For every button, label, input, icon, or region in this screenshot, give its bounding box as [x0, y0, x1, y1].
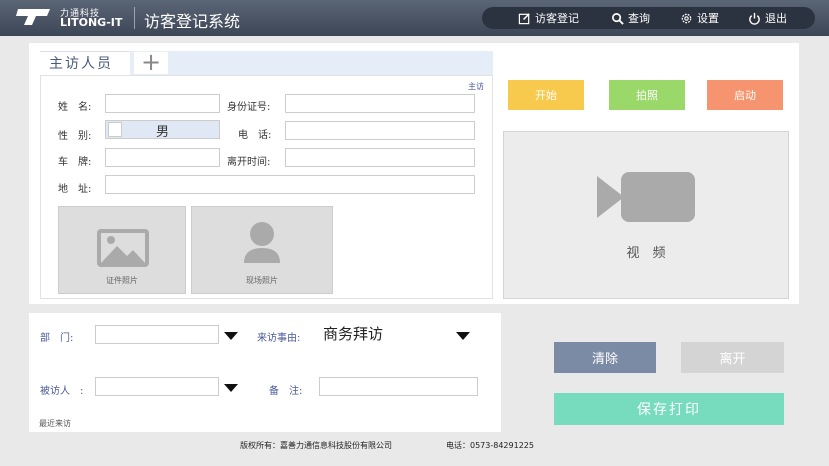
gender-value: 男 — [155, 125, 169, 140]
gender-label: 性 别: — [58, 131, 92, 142]
nav-label: 查询 — [628, 12, 650, 25]
tab-host-label: 主访人员 — [49, 56, 113, 72]
scene-photo-box[interactable]: 现场照片 — [191, 206, 333, 294]
video-area[interactable]: 视 频 — [503, 131, 789, 299]
note-label: 备 注: — [269, 386, 303, 397]
phone-field[interactable] — [285, 121, 475, 140]
video-camera-icon — [597, 172, 695, 222]
id-photo-box[interactable]: 证件照片 — [58, 206, 186, 294]
start-button[interactable]: 开始 — [508, 80, 584, 110]
id-photo-caption: 证件照片 — [106, 276, 138, 285]
nav-settings[interactable]: 设置 — [680, 10, 719, 26]
logo-icon — [16, 9, 50, 25]
id-label: 身份证号: — [227, 102, 271, 113]
dept-dropdown-arrow-icon[interactable] — [224, 332, 238, 340]
name-field[interactable] — [105, 94, 220, 113]
note-field[interactable] — [319, 377, 478, 396]
dept-select[interactable] — [95, 325, 219, 344]
clear-button[interactable]: 清除 — [554, 342, 656, 373]
leave-button[interactable]: 离开 — [681, 342, 784, 373]
host-tag: 主访 — [468, 82, 484, 91]
scene-photo-caption: 现场照片 — [246, 276, 278, 285]
visitee-dropdown-arrow-icon[interactable] — [224, 384, 238, 392]
name-label: 姓 名: — [58, 102, 92, 113]
copyright-text: 版权所有：嘉善力通信息科技股份有限公司 — [240, 441, 392, 450]
gender-toggle[interactable]: 男 — [105, 120, 220, 140]
dept-label: 部 门: — [40, 333, 74, 344]
visitee-select[interactable] — [95, 377, 219, 396]
app-title: 访客登记系统 — [144, 12, 241, 31]
reason-dropdown-arrow-icon[interactable] — [456, 332, 470, 340]
image-icon — [97, 229, 149, 267]
nav-label: 退出 — [765, 12, 787, 25]
nav-label: 访客登记 — [535, 12, 579, 25]
leave-time-field[interactable] — [285, 148, 475, 167]
add-tab-button[interactable]: + — [134, 50, 168, 74]
reason-select[interactable]: 商务拜访 — [319, 324, 447, 345]
nav-label: 设置 — [697, 12, 719, 25]
header-divider — [134, 7, 135, 29]
search-icon — [612, 12, 624, 25]
visitee-label: 被访人 : — [40, 386, 84, 397]
phone-label: 电 话: — [238, 130, 272, 141]
edit-icon — [518, 12, 530, 24]
plate-label: 车 牌: — [58, 157, 92, 168]
top-bar: 力通科技 LITONG-IT 访客登记系统 访客登记 查询 设置 退出 — [0, 0, 829, 36]
video-label: 视 频 — [626, 246, 666, 261]
power-icon — [749, 12, 760, 25]
person-icon — [244, 222, 280, 263]
footer-phone: 电话：0573-84291225 — [446, 441, 534, 450]
nav-query[interactable]: 查询 — [611, 10, 650, 26]
address-field[interactable] — [105, 175, 475, 194]
brand-name-en: LITONG-IT — [60, 16, 123, 29]
capture-button[interactable]: 拍照 — [609, 80, 685, 110]
reason-label: 来访事由: — [257, 333, 301, 344]
gear-icon — [681, 13, 692, 23]
plate-field[interactable] — [105, 148, 220, 167]
id-field[interactable] — [285, 94, 475, 113]
save-print-button[interactable]: 保存打印 — [554, 393, 784, 425]
nav-logout[interactable]: 退出 — [748, 10, 787, 26]
launch-button[interactable]: 启动 — [707, 80, 783, 110]
nav-visitor-register[interactable]: 访客登记 — [518, 10, 579, 26]
recent-visits-link[interactable]: 最近来访 — [39, 418, 71, 429]
address-label: 地 址: — [58, 184, 92, 195]
leave-time-label: 离开时间: — [227, 157, 271, 168]
